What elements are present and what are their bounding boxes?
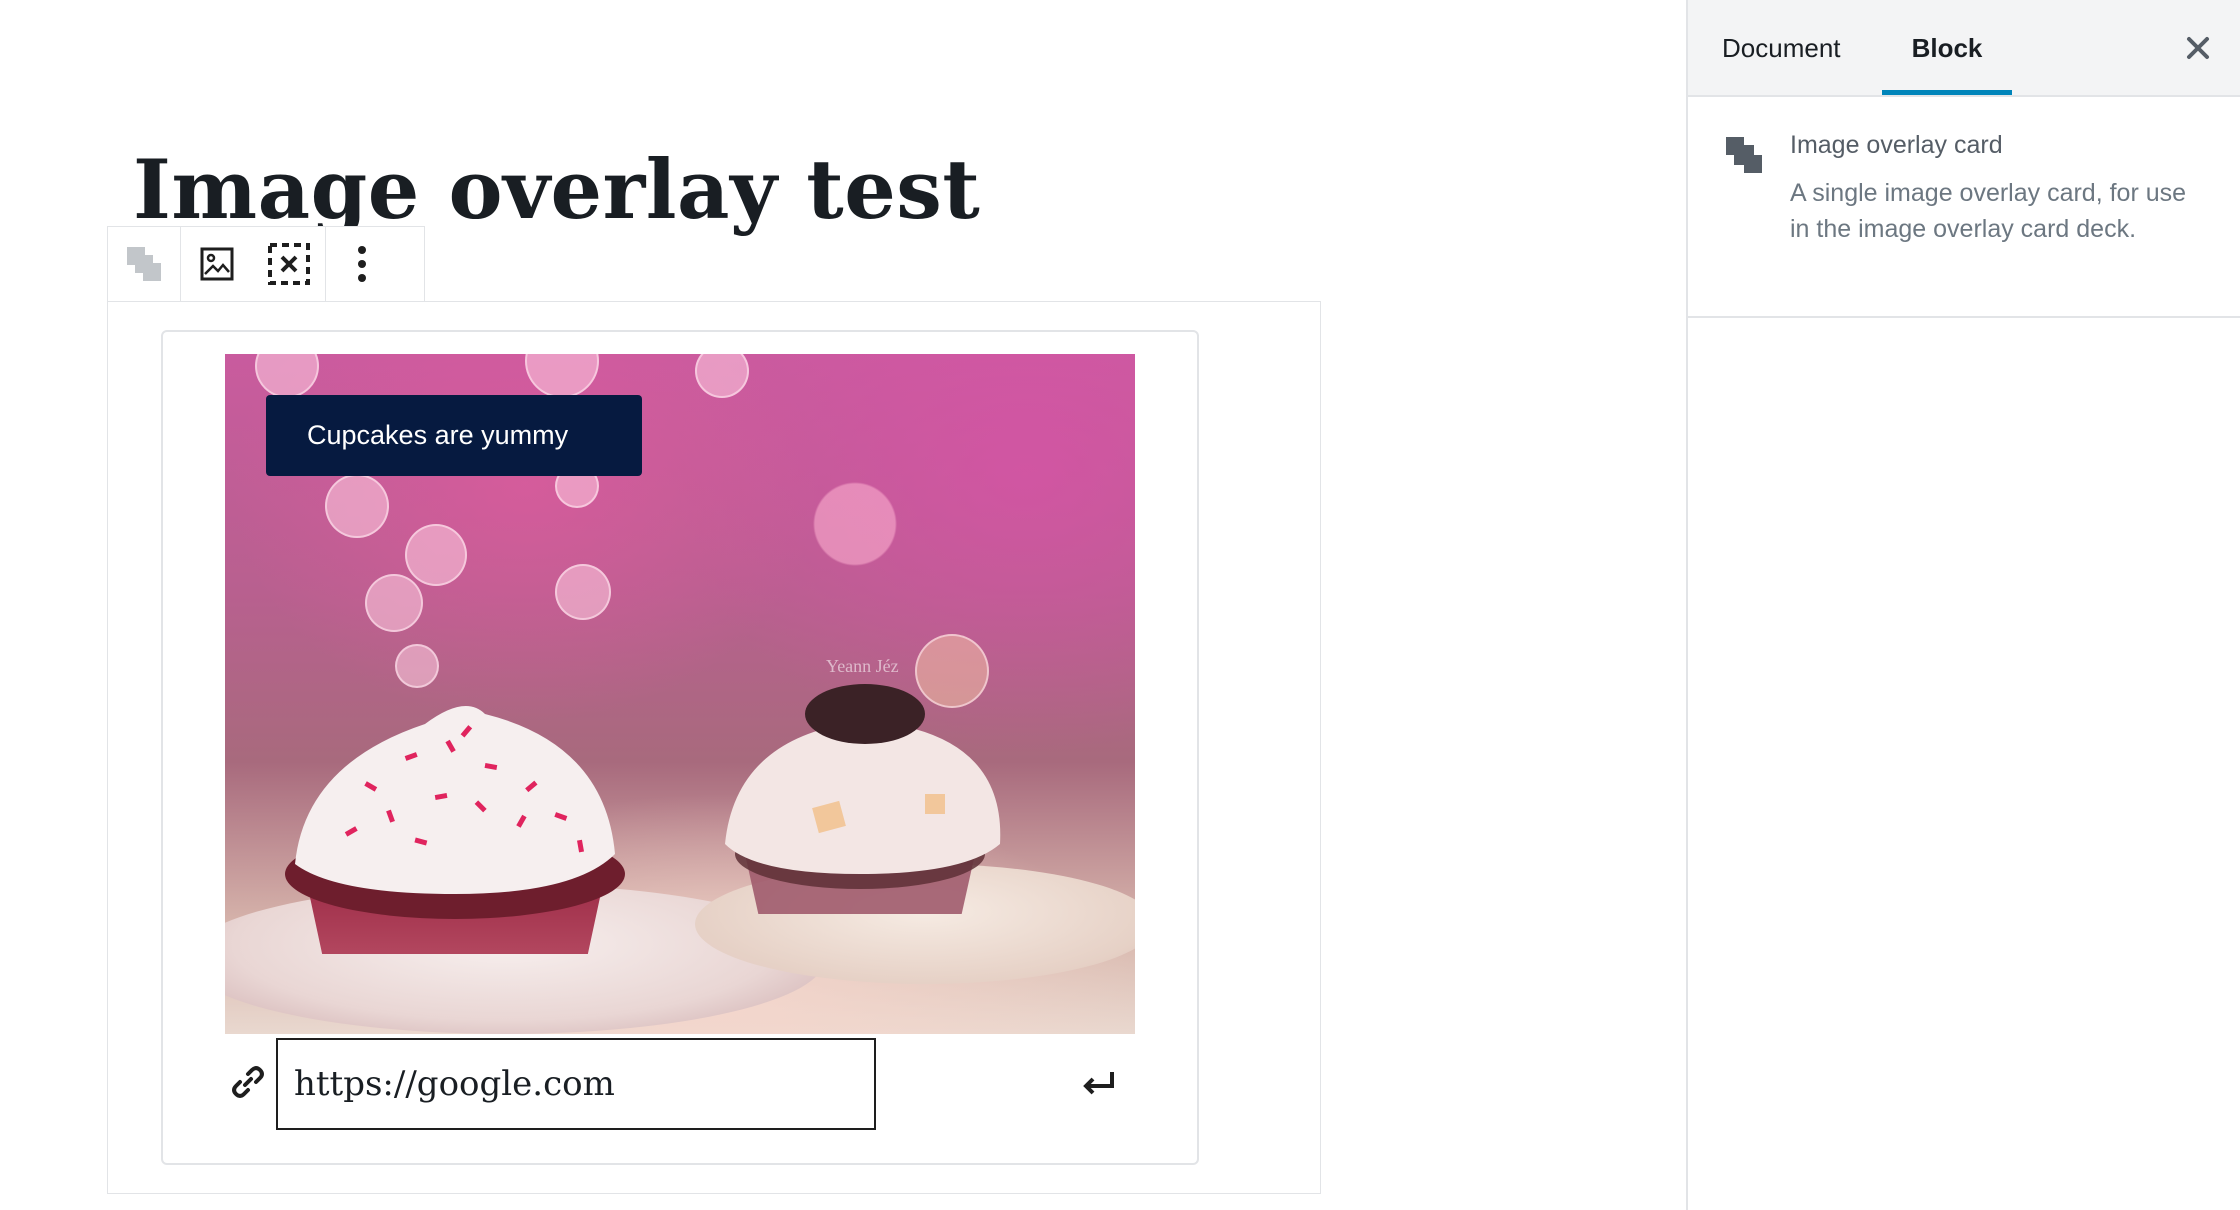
block-toolbar bbox=[107, 226, 425, 302]
cupcake-front-graphic bbox=[285, 706, 625, 954]
block-title: Image overlay card bbox=[1790, 131, 2003, 159]
close-icon[interactable] bbox=[2180, 30, 2216, 66]
editor-canvas: Image overlay test Cupcakes are yummy Ye… bbox=[0, 0, 1686, 1210]
block-description: A single image overlay card, for use in … bbox=[1790, 179, 2187, 243]
block-type-icon bbox=[1726, 137, 1762, 173]
remove-image-button[interactable] bbox=[253, 227, 325, 301]
more-options-button[interactable] bbox=[326, 227, 398, 301]
block-type-icon bbox=[127, 247, 161, 281]
link-icon bbox=[232, 1066, 264, 1098]
tab-document[interactable]: Document bbox=[1722, 0, 1841, 95]
overlay-caption-text[interactable]: Cupcakes are yummy bbox=[307, 420, 568, 451]
block-type-button[interactable] bbox=[108, 227, 180, 301]
tab-block[interactable]: Block bbox=[1882, 0, 2012, 95]
cupcake-back-graphic bbox=[725, 684, 1001, 914]
more-options-group bbox=[326, 227, 398, 301]
overlay-caption[interactable]: Cupcakes are yummy bbox=[266, 395, 642, 476]
image-watermark: Yeann Jéz bbox=[826, 656, 899, 676]
image-actions-group bbox=[181, 227, 326, 301]
replace-image-button[interactable] bbox=[181, 227, 253, 301]
post-title[interactable]: Image overlay test bbox=[133, 150, 980, 231]
block-switcher-group bbox=[108, 227, 181, 301]
sidebar-header: Document Block bbox=[1688, 0, 2240, 97]
url-input[interactable] bbox=[276, 1038, 876, 1130]
settings-sidebar: Document Block Image overlay card A sing… bbox=[1686, 0, 2240, 1210]
submit-link-icon[interactable] bbox=[1078, 1064, 1118, 1104]
remove-image-icon bbox=[268, 243, 310, 285]
replace-image-icon bbox=[200, 247, 234, 281]
block-info-card: Image overlay card A single image overla… bbox=[1688, 97, 2240, 318]
more-options-icon bbox=[358, 246, 366, 282]
